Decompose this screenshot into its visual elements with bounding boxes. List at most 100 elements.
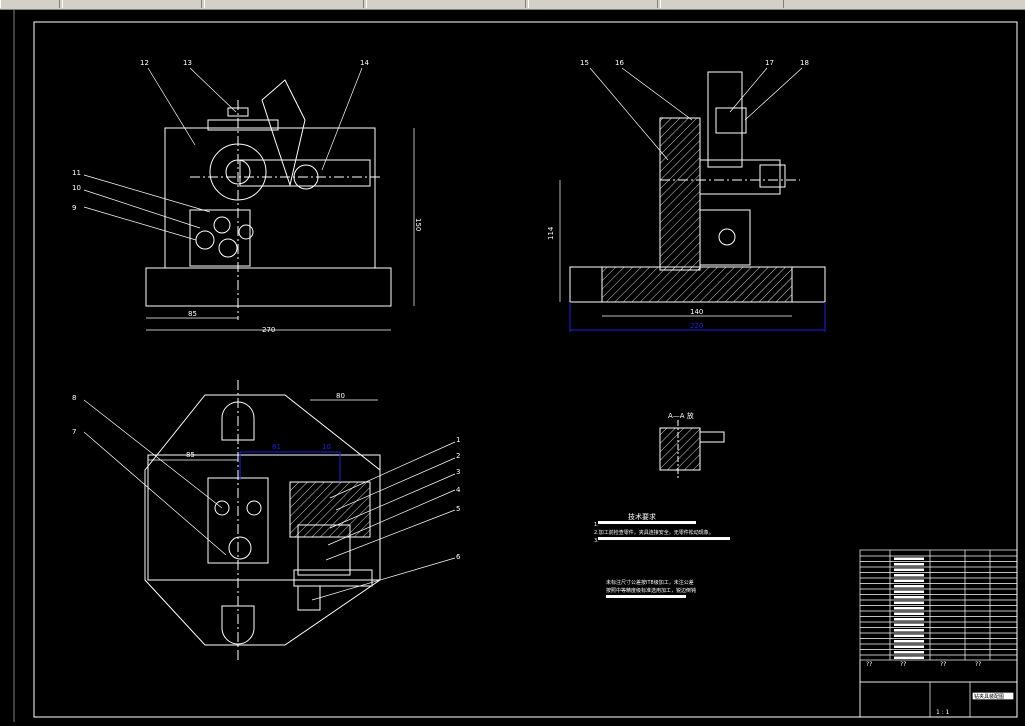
balloon: 11 [72, 169, 81, 177]
toolbar-segment[interactable] [204, 0, 364, 8]
front-pin-circle-3 [213, 216, 231, 234]
tech-req-line-1-fill [598, 521, 696, 524]
balloon: 6 [456, 553, 461, 561]
balloon: 14 [360, 59, 369, 67]
tech-req-item-2: 2.加工前检查零件，夹具连接安全，无零件松动现象。 [594, 529, 714, 536]
balloon: 7 [72, 428, 76, 436]
parts-list-entry [894, 645, 924, 648]
toolbar-segment[interactable] [660, 0, 784, 8]
top-pin-circle [246, 500, 262, 516]
toolbar-segment[interactable] [62, 0, 202, 8]
front-body [164, 127, 376, 269]
balloon: 15 [580, 59, 589, 67]
balloon: 13 [183, 59, 192, 67]
balloon: 3 [456, 468, 460, 476]
parts-list-entry [894, 585, 924, 588]
parts-list-entry [894, 607, 924, 610]
tech-note-line-3-fill [606, 595, 686, 598]
front-pin-circle-2 [218, 238, 238, 258]
qty-mark: ?? [866, 661, 872, 668]
toolbar-segment[interactable] [0, 0, 60, 8]
parts-list-entry [894, 618, 924, 621]
top-section-hatch [289, 481, 371, 538]
dimension-text: 85 [188, 310, 197, 318]
scale-text: 1 : 1 [936, 709, 950, 716]
application-toolbar [0, 0, 1025, 10]
balloon: 10 [72, 184, 81, 192]
front-view-balloons: 12 13 14 11 10 9 150 85 270 [72, 59, 422, 334]
balloon: 12 [140, 59, 149, 67]
front-lever [261, 79, 306, 187]
balloon: 17 [765, 59, 774, 67]
side-base-hatch [601, 266, 793, 303]
drawing-svg: 12 13 14 11 10 9 150 85 270 15 16 17 18 … [13, 10, 1018, 722]
balloon: 5 [456, 505, 460, 513]
side-top-housing [707, 71, 743, 168]
front-base [145, 267, 392, 307]
dimension-text: 220 [690, 322, 703, 330]
parts-list-entry [894, 651, 924, 654]
side-support-circle [718, 228, 736, 246]
side-support-block [699, 209, 751, 266]
parts-list-entry [894, 623, 924, 626]
parts-list-entry [894, 568, 924, 571]
dimension-text: 270 [262, 326, 275, 334]
tech-req-line-3-fill [598, 537, 730, 540]
dimension-text: 140 [690, 308, 703, 316]
top-view [83, 380, 456, 660]
title-header-row [859, 659, 1018, 683]
qty-mark: ?? [940, 661, 946, 668]
title-block [859, 549, 1018, 718]
tech-req-title: 技术要求 [628, 512, 656, 521]
parts-list-entry [894, 590, 924, 593]
toolbar-segment[interactable] [528, 0, 658, 8]
parts-list-entry [894, 634, 924, 637]
parts-list-rows [860, 555, 1017, 659]
side-nut [759, 164, 786, 188]
toolbar-segment[interactable] [366, 0, 526, 8]
dimension-text: 61 [272, 443, 281, 451]
tech-req-item-1: 1. [594, 522, 599, 528]
side-column-hatch [659, 117, 701, 271]
section-a-a [659, 420, 725, 478]
balloon: 1 [456, 436, 460, 444]
front-view [83, 67, 415, 331]
balloon: 16 [615, 59, 624, 67]
qty-mark: ?? [975, 661, 981, 668]
parts-list-entry [894, 557, 924, 560]
balloon: 4 [456, 486, 461, 494]
tech-req-item-3: 3. [594, 538, 599, 544]
tech-note-line-2: 按照中等精度级标准选用加工，锐边倒钝 [606, 587, 696, 594]
front-pin-circle-4 [238, 224, 254, 240]
cad-drawing-canvas[interactable]: 12 13 14 11 10 9 150 85 270 15 16 17 18 … [0, 10, 1025, 722]
section-hatch [659, 427, 701, 471]
parts-list-entry [894, 629, 924, 632]
drawing-border [33, 21, 1018, 718]
front-pin-circle-1 [195, 230, 215, 250]
parts-list-entry [894, 574, 924, 577]
dimension-text: 150 [414, 218, 422, 231]
tech-note-line-1: 未标注尺寸公差按IT8级加工，未注公差 [606, 579, 694, 586]
qty-mark: ?? [900, 661, 906, 668]
balloon: 9 [72, 204, 76, 212]
technical-requirements: 技术要求 1. 2.加工前检查零件，夹具连接安全，无零件松动现象。 3. 未标注… [594, 512, 730, 598]
top-nut [297, 585, 321, 611]
dimension-text: 10 [322, 443, 331, 451]
section-label: A—A 放 [668, 411, 694, 420]
parts-list-entry [894, 596, 924, 599]
dimension-text: 85 [186, 451, 195, 459]
parts-list-entry [894, 612, 924, 615]
parts-list-entry [894, 579, 924, 582]
top-bushing-circle [228, 536, 252, 560]
title-block-text: ?? ?? ?? ?? 钻夹具装配图 1 : 1 [866, 661, 1004, 716]
top-view-balloons: 8 7 1 2 3 4 5 6 80 85 61 10 [72, 392, 461, 561]
section-tab [699, 431, 725, 443]
parts-list-entry [894, 640, 924, 643]
side-view [559, 67, 826, 332]
front-clamp-block [189, 209, 251, 267]
parts-list-entry [894, 656, 924, 659]
parts-list-entry [894, 563, 924, 566]
balloon: 18 [800, 59, 809, 67]
top-base-strip [293, 569, 373, 587]
balloon: 2 [456, 452, 460, 460]
